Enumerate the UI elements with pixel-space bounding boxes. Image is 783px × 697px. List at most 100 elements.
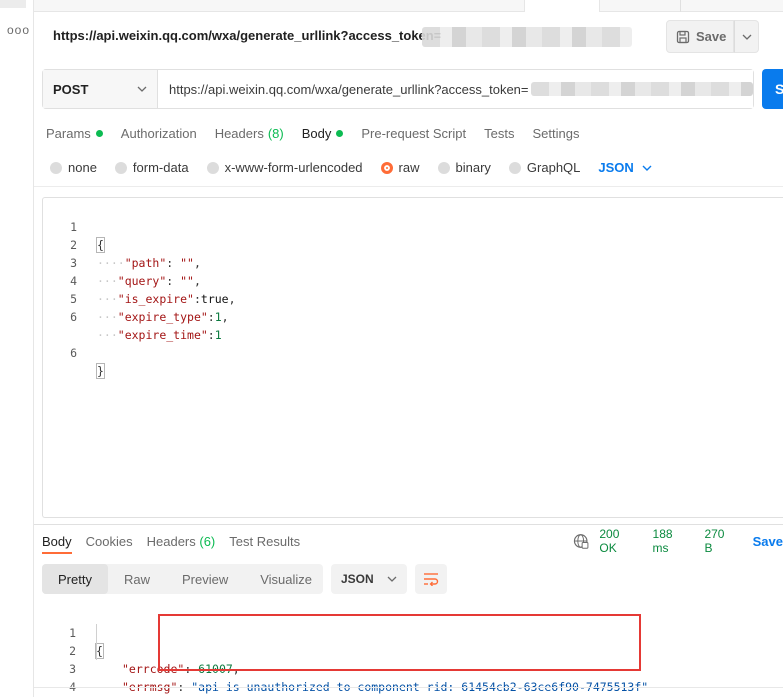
json-key: "expire_time" xyxy=(117,328,208,342)
radio-label: GraphQL xyxy=(526,160,581,175)
view-raw-button[interactable]: Raw xyxy=(108,564,166,594)
body-format-select[interactable]: JSON xyxy=(598,160,652,175)
body-type-binary[interactable]: binary xyxy=(437,160,491,175)
body-active-dot xyxy=(336,129,344,137)
radio-button[interactable] xyxy=(50,161,62,174)
tab-body[interactable]: Body xyxy=(302,123,344,143)
tab-body-label: Body xyxy=(301,125,332,141)
radio-button[interactable] xyxy=(114,161,127,174)
chevron-down-icon xyxy=(387,576,397,582)
tab-tests[interactable]: Tests xyxy=(484,123,514,143)
request-body-editor[interactable]: 1 { 2 ····"path": "", 3 ···"query": "", … xyxy=(42,197,783,518)
body-type-form-data[interactable]: form-data xyxy=(114,160,189,175)
tab-label: Headers xyxy=(146,533,196,549)
params-active-dot xyxy=(95,129,103,137)
response-toolbar: Pretty Raw Preview Visualize JSON xyxy=(42,564,447,594)
request-tabs: Params Authorization Headers (8) Body Pre… xyxy=(46,123,597,143)
close-brace: } xyxy=(96,363,105,379)
chevron-down-icon xyxy=(642,165,652,171)
code-text: ···"expire_time":1 xyxy=(97,326,222,344)
body-format-label: JSON xyxy=(598,160,634,175)
indent-guide xyxy=(96,624,97,660)
body-type-urlencoded[interactable]: x-www-form-urlencoded xyxy=(206,160,363,175)
response-tabs: Body Cookies Headers (6) Test Results xyxy=(42,531,314,551)
tab-pre-request-script[interactable]: Pre-request Script xyxy=(361,123,466,143)
response-meta: 200 OK 188 ms 270 B Save xyxy=(573,527,783,555)
json-value: 1 xyxy=(214,328,222,342)
tab-headers[interactable]: Headers (8) xyxy=(215,123,284,143)
rail-top-button[interactable] xyxy=(0,0,26,8)
tab-settings-label: Settings xyxy=(532,125,580,141)
save-button-group: Save xyxy=(666,20,759,53)
radio-button-checked[interactable] xyxy=(380,161,393,174)
response-size[interactable]: 270 B xyxy=(704,527,734,555)
request-tab-strip xyxy=(34,0,783,12)
response-tab-body[interactable]: Body xyxy=(42,531,72,551)
url-input[interactable]: https://api.weixin.qq.com/wxa/generate_u… xyxy=(158,70,753,108)
code-line: 2 ····"path": "", xyxy=(43,218,783,270)
radio-label: none xyxy=(68,160,97,175)
body-type-raw[interactable]: raw xyxy=(380,160,420,175)
radio-button[interactable] xyxy=(437,161,450,174)
more-options-icon[interactable]: ooo xyxy=(7,24,30,36)
body-type-options: none form-data x-www-form-urlencoded raw… xyxy=(50,160,652,175)
radio-label: binary xyxy=(455,160,491,175)
view-pretty-button[interactable]: Pretty xyxy=(42,564,108,594)
request-title[interactable]: https://api.weixin.qq.com/wxa/generate_u… xyxy=(53,28,441,43)
save-icon xyxy=(676,30,690,43)
response-time[interactable]: 188 ms xyxy=(653,527,691,555)
tab-params-label: Params xyxy=(46,125,91,141)
response-tab-test-results[interactable]: Test Results xyxy=(229,531,300,551)
view-mode-segmented: Pretty Raw Preview Visualize xyxy=(42,564,323,594)
save-button[interactable]: Save xyxy=(666,20,734,53)
wrap-lines-button[interactable] xyxy=(415,564,447,594)
bottom-divider xyxy=(34,687,783,688)
tab-params[interactable]: Params xyxy=(46,123,103,143)
request-title-row: https://api.weixin.qq.com/wxa/generate_u… xyxy=(34,12,783,62)
method-select[interactable]: POST xyxy=(43,70,158,108)
radio-button[interactable] xyxy=(508,161,521,174)
code-line: 6 ···"expire_time":1 xyxy=(43,290,783,342)
response-tab-cookies[interactable]: Cookies xyxy=(86,531,133,551)
active-request-tab[interactable] xyxy=(524,0,600,12)
url-text: https://api.weixin.qq.com/wxa/generate_u… xyxy=(169,81,529,97)
separator: : xyxy=(207,328,215,342)
tab-label: Test Results xyxy=(229,533,301,549)
line-number: 6 xyxy=(70,346,77,360)
redacted-token-blur xyxy=(530,82,753,96)
left-rail: ooo xyxy=(0,0,34,697)
save-label: Save xyxy=(696,29,727,44)
view-preview-button[interactable]: Preview xyxy=(166,564,244,594)
response-divider[interactable] xyxy=(34,524,783,525)
tab-separator xyxy=(680,0,681,12)
headers-count: (8) xyxy=(267,125,284,141)
headers-count: (6) xyxy=(199,533,216,549)
error-highlight-annotation xyxy=(158,614,641,671)
save-options-dropdown[interactable] xyxy=(734,20,759,53)
whitespace: ··· xyxy=(97,328,118,342)
tab-headers-label: Headers xyxy=(214,125,264,141)
save-response-button[interactable]: Save xyxy=(753,534,783,549)
redacted-token-blur xyxy=(422,27,632,47)
request-bar: POST https://api.weixin.qq.com/wxa/gener… xyxy=(42,69,754,109)
radio-button[interactable] xyxy=(206,161,219,174)
method-label: POST xyxy=(53,81,89,97)
response-format-select[interactable]: JSON xyxy=(331,564,407,594)
body-type-graphql[interactable]: GraphQL xyxy=(508,160,581,175)
status-code[interactable]: 200 OK xyxy=(599,527,638,555)
tab-authorization[interactable]: Authorization xyxy=(121,123,197,143)
send-button[interactable]: S xyxy=(762,69,783,109)
chevron-down-icon xyxy=(137,86,147,92)
chevron-down-icon xyxy=(742,34,751,40)
tab-pre-request-script-label: Pre-request Script xyxy=(361,125,467,141)
wrap-lines-icon xyxy=(424,573,439,586)
radio-label: raw xyxy=(398,160,420,175)
tab-label: Body xyxy=(42,533,72,549)
view-visualize-button[interactable]: Visualize xyxy=(244,564,328,594)
globe-icon[interactable] xyxy=(573,533,589,550)
response-format-label: JSON xyxy=(341,572,374,586)
divider xyxy=(34,186,783,187)
body-type-none[interactable]: none xyxy=(50,160,97,175)
tab-settings[interactable]: Settings xyxy=(532,123,579,143)
response-tab-headers[interactable]: Headers (6) xyxy=(147,531,216,551)
